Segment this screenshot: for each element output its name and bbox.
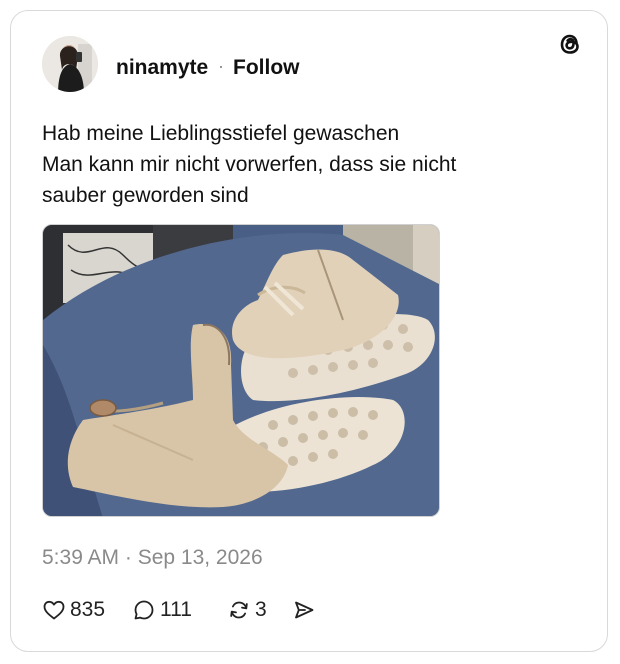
comment-icon xyxy=(134,600,154,620)
send-icon xyxy=(295,601,314,619)
reply-count: 111 xyxy=(160,598,192,621)
follow-button[interactable]: Follow xyxy=(233,56,300,80)
avatar-image xyxy=(42,36,98,92)
post-text-line: Man kann mir nicht vorwerfen, dass sie n… xyxy=(42,153,457,176)
post-timestamp[interactable]: 5:39 AM · Sep 13, 2026 xyxy=(42,546,263,570)
boots-photo xyxy=(43,225,439,516)
post-text-line: sauber geworden sind xyxy=(42,184,249,207)
post-text: Hab meine Lieblingsstiefel gewaschen Man… xyxy=(42,118,562,211)
like-count: 835 xyxy=(70,598,106,621)
post-text-line: Hab meine Lieblingsstiefel gewaschen xyxy=(42,122,400,145)
post-image[interactable] xyxy=(42,224,440,517)
repost-icon xyxy=(230,601,248,619)
repost-button[interactable]: 3 xyxy=(227,595,267,625)
like-button[interactable]: 835 xyxy=(42,595,105,625)
share-button[interactable] xyxy=(292,595,316,625)
username[interactable]: ninamyte xyxy=(116,56,208,80)
avatar[interactable] xyxy=(42,36,98,92)
separator-dot: · xyxy=(218,56,224,76)
reply-button[interactable]: 111 xyxy=(132,595,192,625)
heart-icon xyxy=(43,600,65,620)
threads-logo-icon[interactable] xyxy=(556,30,584,58)
repost-count: 3 xyxy=(255,598,267,621)
